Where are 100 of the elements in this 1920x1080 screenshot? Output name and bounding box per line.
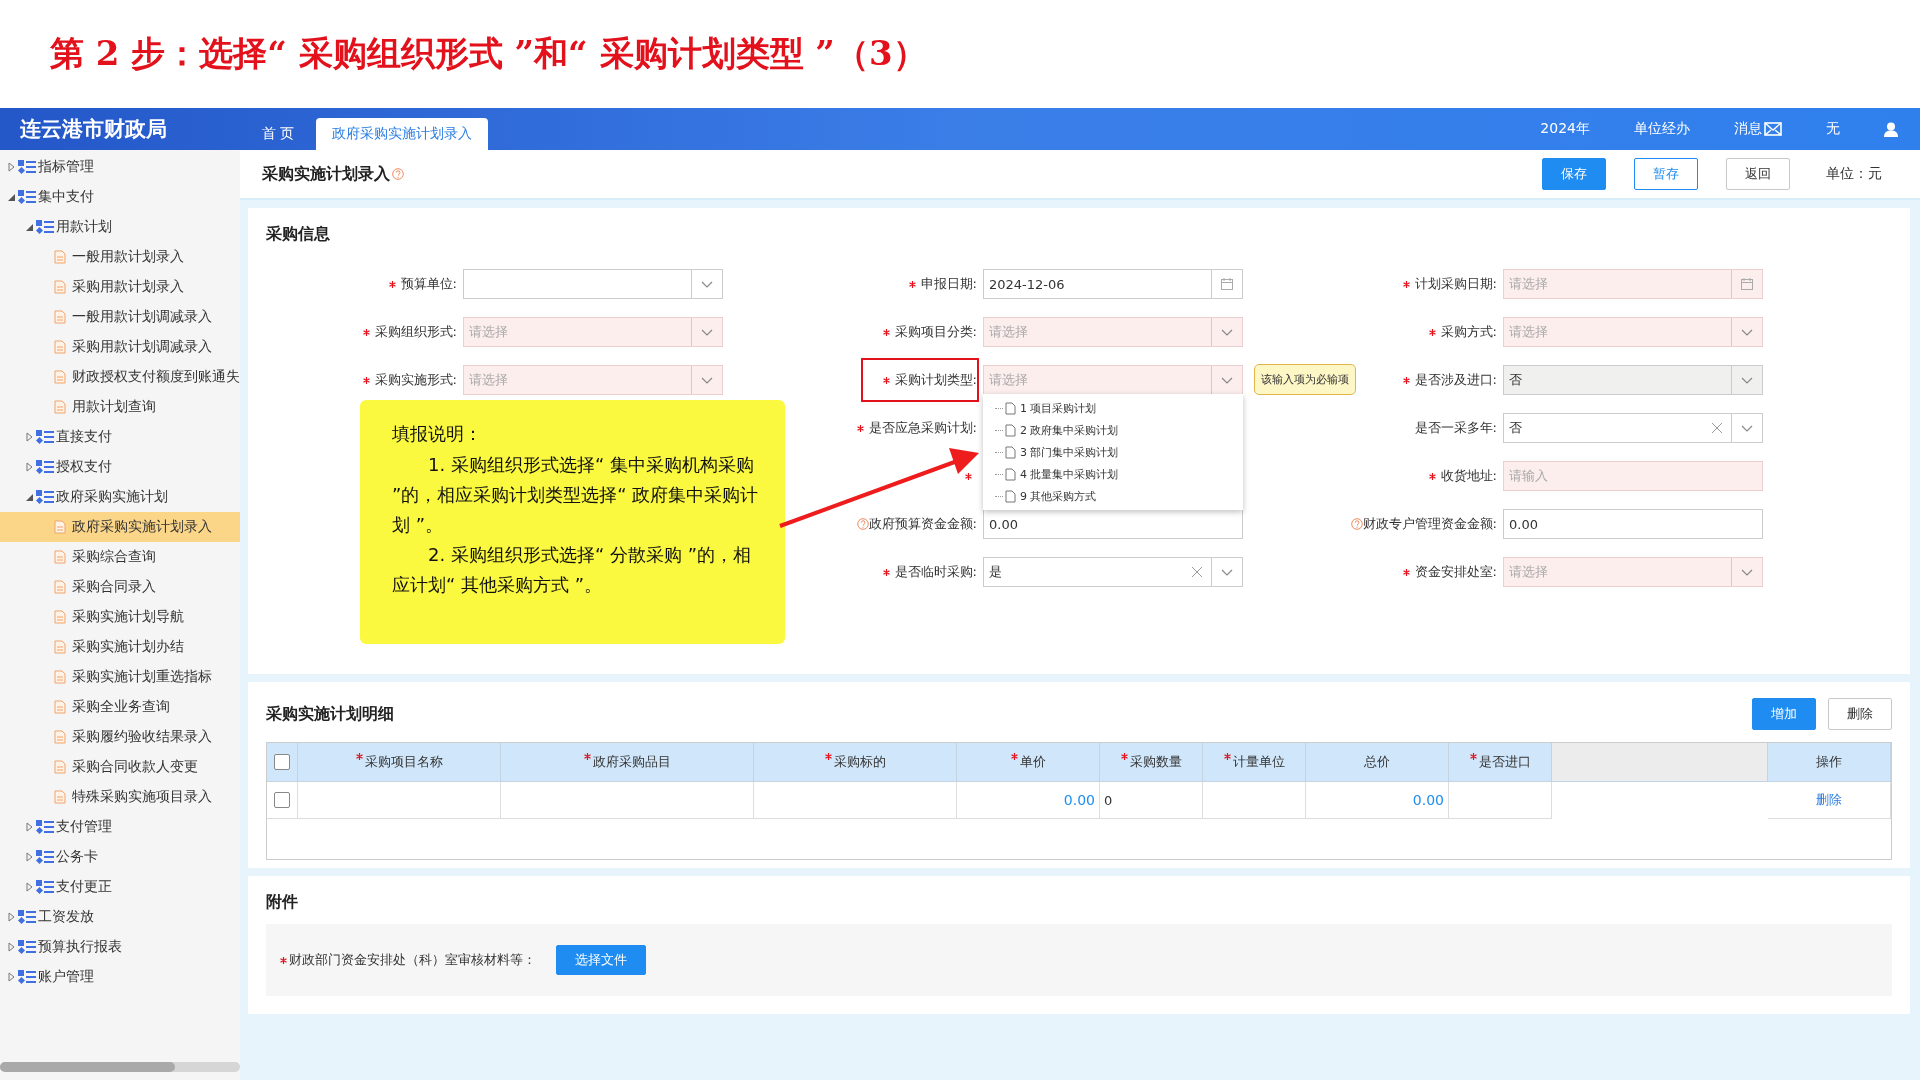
tree-icon [18, 969, 36, 985]
page-icon [54, 670, 66, 684]
expand-icon [24, 822, 34, 832]
dropdown-option[interactable]: 2 政府集中采购计划 [983, 419, 1243, 441]
sidebar-item[interactable]: 政府采购实施计划 [0, 482, 240, 512]
field-label: 是否临时采购: [894, 563, 977, 581]
required-icon [1469, 753, 1477, 760]
sidebar-item[interactable]: 预算执行报表 [0, 932, 240, 962]
sidebar-item[interactable]: 一般用款计划调减录入 [0, 302, 240, 332]
dropdown-option[interactable]: 4 批量集中采购计划 [983, 463, 1243, 485]
slide-title: 第 2 步：选择“ 采购组织形式 ”和“ 采购计划类型 ”（3） [50, 32, 927, 75]
dropdown-option[interactable]: 3 部门集中采购计划 [983, 441, 1243, 463]
checkbox[interactable] [274, 754, 290, 770]
sidebar-item[interactable]: 特殊采购实施项目录入 [0, 782, 240, 812]
sidebar-item[interactable]: 财政授权支付额度到账通失 [0, 362, 240, 392]
column-header: 采购项目名称 [297, 743, 501, 782]
expand-icon [6, 972, 16, 982]
help-icon[interactable] [856, 518, 869, 530]
select-field[interactable]: 是 [983, 557, 1243, 587]
role-label[interactable]: 单位经办 [1634, 120, 1690, 138]
select-field[interactable] [463, 269, 723, 299]
sidebar-item[interactable]: 采购用款计划调减录入 [0, 332, 240, 362]
sidebar-item[interactable]: 支付更正 [0, 872, 240, 902]
page-icon [54, 580, 66, 594]
calendar-icon[interactable] [1740, 277, 1754, 291]
sidebar-item[interactable]: 政府采购实施计划录入 [0, 512, 240, 542]
sidebar-item[interactable]: 集中支付 [0, 182, 240, 212]
sidebar-item[interactable]: 一般用款计划录入 [0, 242, 240, 272]
scrollbar-track[interactable] [0, 1062, 240, 1072]
scrollbar-thumb[interactable] [0, 1062, 175, 1072]
required-icon [355, 753, 363, 760]
field-label: 采购组织形式: [374, 323, 457, 341]
table-cell: 0 [1099, 781, 1203, 819]
sidebar-item[interactable]: 采购实施计划重选指标 [0, 662, 240, 692]
user-icon[interactable] [1884, 121, 1898, 137]
column-header: 采购数量 [1099, 743, 1203, 782]
sidebar-item[interactable]: 账户管理 [0, 962, 240, 992]
sidebar-item[interactable]: 指标管理 [0, 152, 240, 182]
tree-icon [18, 159, 36, 175]
date-field[interactable]: 2024-12-06 [983, 269, 1243, 299]
sidebar-item[interactable]: 公务卡 [0, 842, 240, 872]
logo-text: 连云港市财政局 [19, 116, 168, 143]
section-title: 采购实施计划明细 [266, 702, 394, 725]
sidebar-item[interactable]: 采购全业务查询 [0, 692, 240, 722]
year-label[interactable]: 2024年 [1540, 120, 1590, 138]
toolbar-button[interactable]: 暂存 [1634, 158, 1698, 190]
input-field[interactable]: 0.00 [1503, 509, 1763, 539]
collapse-icon [6, 192, 16, 202]
help-icon[interactable] [392, 168, 404, 180]
field-label: 采购实施形式: [374, 371, 457, 389]
mail-icon[interactable] [1764, 121, 1782, 137]
tab[interactable]: 首 页 [246, 118, 311, 150]
field-label: 是否一采多年: [1414, 419, 1497, 437]
delete-link[interactable]: 删除 [1771, 791, 1886, 809]
sidebar-item[interactable]: 采购实施计划导航 [0, 602, 240, 632]
page-icon [54, 340, 66, 354]
note-title: 填报说明： [392, 422, 483, 446]
field-label: 是否涉及进口: [1414, 371, 1497, 389]
expand-icon [24, 852, 34, 862]
input-field[interactable]: 0.00 [983, 509, 1243, 539]
sidebar-item[interactable]: 采购合同录入 [0, 572, 240, 602]
sidebar-item[interactable]: 授权支付 [0, 452, 240, 482]
sidebar-item[interactable]: 直接支付 [0, 422, 240, 452]
sidebar-item[interactable]: 采购用款计划录入 [0, 272, 240, 302]
calendar-icon[interactable] [1220, 277, 1234, 291]
dropdown-option[interactable]: 9 其他采购方式 [983, 485, 1243, 507]
tooltip: 该输入项为必输项 [1254, 364, 1356, 395]
tree-icon [36, 429, 54, 445]
sidebar-item[interactable]: 支付管理 [0, 812, 240, 842]
expand-icon [24, 462, 34, 472]
select-field[interactable]: 否 [1503, 413, 1763, 443]
page-icon [54, 790, 66, 804]
page-icon [54, 250, 66, 264]
required-icon [1010, 753, 1018, 760]
delete-button[interactable]: 删除 [1828, 698, 1892, 730]
page-icon [54, 370, 66, 384]
sidebar-item[interactable]: 用款计划查询 [0, 392, 240, 422]
clear-icon[interactable] [1711, 422, 1723, 434]
tab[interactable]: 政府采购实施计划录入 [316, 118, 489, 150]
sidebar-item[interactable]: 采购实施计划办结 [0, 632, 240, 662]
sidebar-item[interactable]: 采购综合查询 [0, 542, 240, 572]
clear-icon[interactable] [1191, 566, 1203, 578]
expand-icon [6, 912, 16, 922]
collapse-icon [24, 222, 34, 232]
sidebar-item[interactable]: 工资发放 [0, 902, 240, 932]
toolbar-button[interactable]: 返回 [1726, 158, 1790, 190]
sidebar-item[interactable]: 采购合同收款人变更 [0, 752, 240, 782]
field-label: 计划采购日期: [1414, 275, 1497, 293]
section-title: 采购信息 [266, 222, 331, 245]
collapse-icon [24, 492, 34, 502]
help-icon[interactable] [1350, 518, 1363, 530]
dropdown-option[interactable]: 1 项目采购计划 [983, 397, 1243, 419]
tree-icon [18, 189, 36, 205]
checkbox[interactable] [274, 792, 290, 808]
page-icon [1005, 423, 1016, 437]
field-label: 资金安排处室: [1414, 563, 1497, 581]
messages-link[interactable]: 消息 [1734, 120, 1762, 138]
tree-icon [18, 909, 36, 925]
sidebar-item[interactable]: 采购履约验收结果录入 [0, 722, 240, 752]
sidebar-item[interactable]: 用款计划 [0, 212, 240, 242]
